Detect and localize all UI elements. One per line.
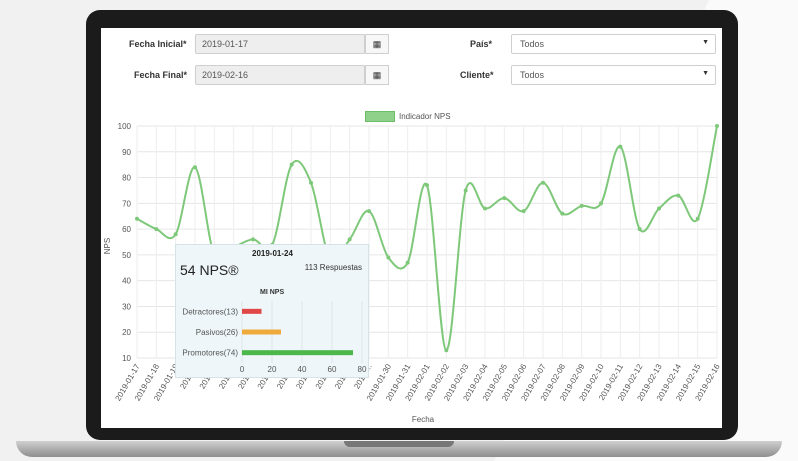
y-tick-label: 60: [122, 225, 131, 234]
y-tick-label: 100: [118, 122, 132, 131]
tooltip-bar-label: Pasivos(26): [196, 328, 239, 337]
data-point: [405, 260, 410, 265]
y-tick-label: 40: [122, 277, 131, 286]
data-point: [695, 216, 700, 221]
data-point: [637, 227, 642, 232]
y-tick-label: 70: [122, 199, 131, 208]
tooltip-x-tick-label: 80: [358, 365, 367, 374]
tooltip-bar-label: Promotores(74): [182, 349, 238, 358]
tooltip-x-tick-label: 20: [268, 365, 277, 374]
data-point: [193, 165, 197, 170]
data-point: [367, 209, 371, 214]
data-point: [676, 193, 681, 198]
tooltip-bar-chart: 0 20 40 60 80 Detractores(13) Pasivos(26) Promo…: [182, 301, 367, 374]
data-point: [289, 162, 294, 167]
tooltip-x-tick-label: 0: [240, 365, 245, 374]
data-point: [463, 188, 468, 193]
y-tick-label: 90: [122, 148, 131, 157]
data-point: [251, 237, 255, 242]
app-screen: Fecha Inicial* 2019-01-17 ▦ Fecha Final*…: [101, 28, 722, 428]
tooltip-bar: [242, 350, 353, 356]
data-point: [502, 196, 507, 201]
data-point: [309, 180, 313, 185]
data-point: [618, 144, 623, 149]
tooltip-x-tick-label: 40: [298, 365, 307, 374]
data-point: [579, 203, 584, 208]
x-axis-label: Fecha: [412, 415, 435, 424]
data-point: [657, 206, 661, 211]
tooltip-bar: [242, 329, 281, 335]
tooltip-bar-label: Detractores(13): [182, 307, 238, 316]
y-tick-label: 10: [122, 354, 131, 363]
data-point: [715, 124, 719, 128]
data-point: [560, 211, 565, 216]
tooltip-bar: [242, 308, 262, 314]
tooltip-x-tick-label: 60: [328, 365, 337, 374]
data-point: [599, 201, 603, 206]
y-tick-label: 50: [122, 251, 131, 260]
data-point: [521, 209, 526, 214]
nps-tooltip: 2019-01-24 54 NPS® 113 Respuestas MI NPS…: [175, 244, 369, 378]
y-axis-label: NPS: [103, 238, 112, 254]
data-point: [541, 180, 545, 185]
laptop-notch: [344, 441, 454, 447]
data-point: [425, 183, 429, 188]
y-tick-label: 30: [122, 302, 131, 311]
data-point: [173, 232, 178, 237]
data-point: [135, 216, 139, 221]
y-axis-ticks: 10 20 30 40 50 60 70 80 90 100: [118, 122, 132, 363]
data-point: [347, 237, 352, 242]
data-point: [154, 227, 159, 232]
y-tick-label: 20: [122, 328, 131, 337]
data-point: [386, 255, 391, 260]
data-point: [483, 206, 487, 211]
y-tick-label: 80: [122, 174, 131, 183]
data-point: [444, 348, 449, 353]
